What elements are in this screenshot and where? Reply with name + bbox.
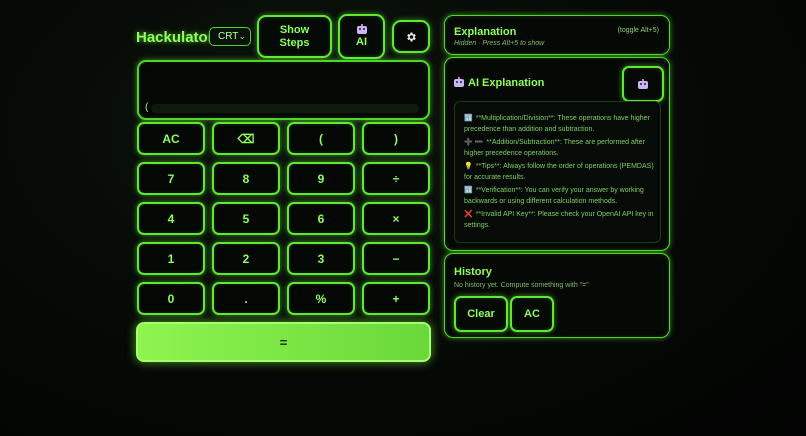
list-item: 🔢 **Multiplication/Division**: These oper… [464, 113, 654, 135]
list-item: 💡 **Tips**: Always follow the order of op… [464, 161, 654, 183]
key-open-paren[interactable]: ( [287, 122, 355, 155]
list-item-text: **Verification**: You can verify your an… [464, 187, 644, 205]
chevron-down-icon: ⌄ [238, 31, 246, 41]
explanation-toggle-hint: (toggle Alt+5) [617, 27, 659, 34]
plus-minus-icon: ➕ ➖ [464, 139, 484, 146]
explanation-title: Explanation [454, 26, 517, 38]
numbers-icon: 🔢 [464, 115, 473, 122]
key-percent[interactable]: % [287, 282, 355, 315]
key-7[interactable]: 7 [137, 162, 205, 195]
show-steps-label-1: Show [279, 23, 310, 36]
robot-icon [454, 77, 464, 90]
history-ac-button[interactable]: AC [510, 296, 554, 332]
list-item-text: **Tips**: Always follow the order of ope… [464, 163, 654, 181]
ai-explanation-title-text: AI Explanation [468, 77, 545, 89]
key-3[interactable]: 3 [287, 242, 355, 275]
ai-explanation-panel: AI Explanation 🔢 **Multiplication/Divisio… [444, 57, 670, 251]
history-title: History [454, 266, 492, 278]
show-steps-button[interactable]: Show Steps [257, 15, 332, 58]
theme-select[interactable]: CRT ⌄ [209, 27, 251, 46]
cross-icon: ❌ [464, 211, 473, 218]
key-4[interactable]: 4 [137, 202, 205, 235]
ai-explain-button[interactable] [622, 66, 664, 102]
key-decimal[interactable]: . [212, 282, 280, 315]
key-backspace[interactable]: ⌫ [212, 122, 280, 155]
ai-explanation-title: AI Explanation [454, 77, 544, 90]
list-item: ➕ ➖ **Addition/Subtraction**: These are p… [464, 137, 654, 159]
robot-icon [356, 23, 367, 34]
list-item-text: **Addition/Subtraction**: These are perf… [464, 139, 646, 157]
ai-explanation-content: 🔢 **Multiplication/Division**: These oper… [454, 101, 661, 243]
list-item-text: **Multiplication/Division**: These opera… [464, 115, 650, 133]
key-5[interactable]: 5 [212, 202, 280, 235]
key-8[interactable]: 8 [212, 162, 280, 195]
display-scrollbar[interactable] [151, 104, 419, 113]
show-steps-label-2: Steps [279, 36, 310, 49]
key-close-paren[interactable]: ) [362, 122, 430, 155]
app-title: Hackulator [136, 29, 214, 46]
theme-select-value: CRT [218, 31, 239, 42]
history-panel: History No history yet. Compute somethin… [444, 253, 670, 338]
key-1[interactable]: 1 [137, 242, 205, 275]
calculator-display: ( [137, 60, 430, 120]
robot-icon [638, 78, 648, 89]
key-0[interactable]: 0 [137, 282, 205, 315]
ai-button-label: AI [356, 35, 367, 48]
key-divide[interactable]: ÷ [362, 162, 430, 195]
list-item-text: **Invalid API Key**: Please check your O… [464, 211, 654, 229]
key-minus[interactable]: − [362, 242, 430, 275]
gear-icon [407, 32, 416, 41]
equals-button[interactable]: = [136, 322, 431, 362]
explanation-panel[interactable]: Explanation (toggle Alt+5) Hidden · Pres… [444, 15, 670, 55]
display-expression: ( [145, 102, 149, 113]
history-empty-text: No history yet. Compute something with "… [454, 282, 589, 289]
list-item: ❌ **Invalid API Key**: Please check your … [464, 209, 654, 231]
history-clear-button[interactable]: Clear [454, 296, 508, 332]
explanation-hidden-hint: Hidden · Press Alt+5 to show [454, 40, 545, 47]
key-plus[interactable]: + [362, 282, 430, 315]
key-6[interactable]: 6 [287, 202, 355, 235]
key-clear[interactable]: AC [137, 122, 205, 155]
list-item: 🔢 **Verification**: You can verify your a… [464, 185, 654, 207]
numbers-icon: 🔢 [464, 187, 473, 194]
key-multiply[interactable]: × [362, 202, 430, 235]
settings-button[interactable] [392, 20, 430, 53]
ai-button[interactable]: AI [338, 14, 385, 59]
lightbulb-icon: 💡 [464, 163, 473, 170]
key-2[interactable]: 2 [212, 242, 280, 275]
key-9[interactable]: 9 [287, 162, 355, 195]
